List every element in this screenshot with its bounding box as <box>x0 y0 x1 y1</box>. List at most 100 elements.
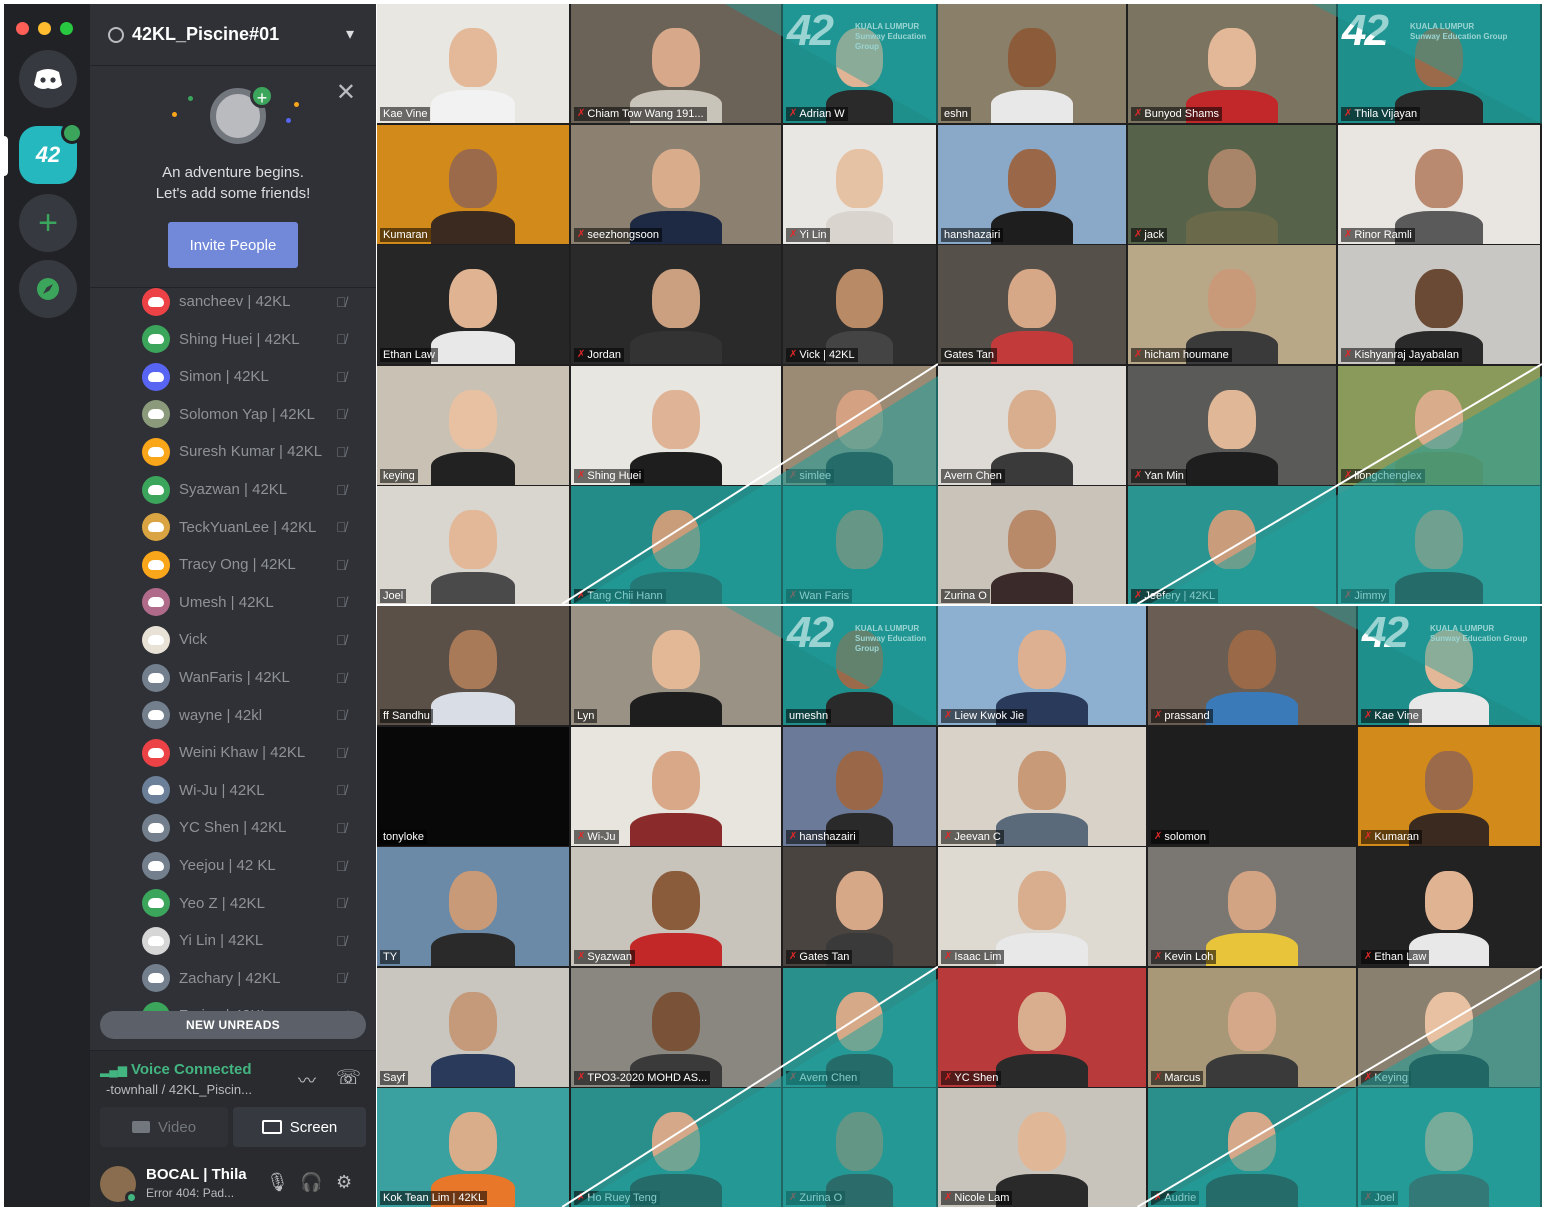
voice-member-item[interactable]: Yi Lin | 42KL 🎙̸ <box>90 922 376 959</box>
video-tile[interactable]: ✗ Bunyod Shams <box>1128 4 1336 123</box>
server-header[interactable]: 42KL_Piscine#01 ▾ <box>90 4 376 66</box>
video-tile[interactable]: ✗ hanshazairi <box>783 727 936 846</box>
gear-icon[interactable]: ⚙ <box>336 1172 352 1193</box>
video-tile[interactable]: ✗ Ethan Law <box>1358 847 1540 966</box>
add-server-button[interactable]: + <box>19 194 77 252</box>
video-tile[interactable]: 42 KUALA LUMPUR Sunway Education Group ✗ Thi… <box>1338 4 1540 123</box>
video-tile[interactable]: ✗ jack <box>1128 125 1336 244</box>
voice-member-item[interactable]: WanFaris | 42KL 🎙̸ <box>90 659 376 696</box>
voice-member-item[interactable]: Umesh | 42KL 🎙̸ <box>90 584 376 621</box>
video-tile[interactable]: eshn <box>938 4 1126 123</box>
video-tile[interactable]: Avern Chen <box>938 366 1126 485</box>
close-window-button[interactable] <box>16 22 29 35</box>
video-tile[interactable]: keying <box>377 366 569 485</box>
video-tile[interactable]: hanshazairi <box>938 125 1126 244</box>
video-button[interactable]: Video <box>100 1107 228 1147</box>
video-tile[interactable]: ✗ TPO3-2020 MOHD AS... <box>571 968 781 1087</box>
video-tile[interactable]: ✗ liongchenglex <box>1338 366 1540 485</box>
video-tile[interactable]: ✗ simlee <box>783 366 936 485</box>
video-tile[interactable]: ✗ Shing Huei <box>571 366 781 485</box>
voice-member-item[interactable]: Syazwan | 42KL 🎙̸ <box>90 471 376 508</box>
voice-member-item[interactable]: Wi-Ju | 42KL 🎙̸ <box>90 772 376 809</box>
voice-member-item[interactable]: Simon | 42KL 🎙̸ <box>90 358 376 395</box>
voice-member-item[interactable]: Yeejou | 42 KL 🎙̸ <box>90 847 376 884</box>
screen-share-button[interactable]: Screen <box>233 1107 366 1147</box>
video-tile[interactable]: ✗ solomon <box>1148 727 1356 846</box>
voice-member-item[interactable]: YC Shen | 42KL 🎙̸ <box>90 809 376 846</box>
video-tile[interactable]: ✗ Tang Chii Hann <box>571 486 781 604</box>
voice-member-item[interactable]: Suresh Kumar | 42KL 🎙̸ <box>90 433 376 470</box>
explore-servers-button[interactable] <box>19 260 77 318</box>
video-tile[interactable]: ✗ Audrie <box>1148 1088 1356 1207</box>
video-tile[interactable]: ✗ Yi Lin <box>783 125 936 244</box>
video-tile[interactable]: ✗ Kishyanraj Jayabalan <box>1338 245 1540 364</box>
noise-suppression-icon[interactable]: 〰 <box>298 1067 316 1093</box>
maximize-window-button[interactable] <box>60 22 73 35</box>
voice-member-item[interactable]: Solomon Yap | 42KL 🎙̸ <box>90 396 376 433</box>
video-tile[interactable]: ✗ Jimmy <box>1338 486 1540 604</box>
video-tile[interactable]: ✗ Avern Chen <box>783 968 936 1087</box>
video-tile[interactable]: ✗ Zurina O <box>783 1088 936 1207</box>
voice-channel-name[interactable]: -townhall / 42KL_Piscin... <box>106 1082 252 1097</box>
voice-member-item[interactable]: Vick 🎙̸ <box>90 621 376 658</box>
video-tile[interactable]: ✗ Kumaran <box>1358 727 1540 846</box>
voice-member-item[interactable]: Yeo Z | 42KL 🎙̸ <box>90 885 376 922</box>
voice-member-item[interactable]: Tracy Ong | 42KL 🎙̸ <box>90 546 376 583</box>
video-tile[interactable]: ✗ prassand <box>1148 606 1356 725</box>
video-tile[interactable]: ✗ seezhongsoon <box>571 125 781 244</box>
disconnect-call-icon[interactable]: ☏ <box>336 1065 361 1090</box>
avatar[interactable] <box>100 1166 138 1204</box>
video-tile[interactable]: ✗ Chiam Tow Wang 191... <box>571 4 781 123</box>
video-tile[interactable]: 42 KUALA LUMPUR Sunway Education Group ✗ Adr… <box>783 4 936 123</box>
video-tile[interactable]: Lyn <box>571 606 781 725</box>
video-tile[interactable]: Ethan Law <box>377 245 569 364</box>
minimize-window-button[interactable] <box>38 22 51 35</box>
video-tile[interactable]: Kok Tean Lim | 42KL <box>377 1088 569 1207</box>
voice-member-item[interactable]: wayne | 42kl 🎙̸ <box>90 697 376 734</box>
video-tile[interactable]: Kae Vine <box>377 4 569 123</box>
voice-member-item[interactable]: Weini Khaw | 42KL 🎙̸ <box>90 734 376 771</box>
invite-people-button[interactable]: Invite People <box>168 222 298 268</box>
video-tile[interactable]: ff Sandhu <box>377 606 569 725</box>
server-42kl-button[interactable]: 42 <box>19 122 83 184</box>
video-tile[interactable]: ✗ Jordan <box>571 245 781 364</box>
video-tile[interactable]: Zurina O <box>938 486 1126 604</box>
video-tile[interactable]: ✗ YC Shen <box>938 968 1146 1087</box>
video-tile[interactable]: ✗ Jeefery | 42KL <box>1128 486 1336 604</box>
video-tile[interactable]: ✗ Keying <box>1358 968 1540 1087</box>
video-tile[interactable]: TY <box>377 847 569 966</box>
voice-member-item[interactable]: Shing Huei | 42KL 🎙̸ <box>90 321 376 358</box>
voice-member-item[interactable]: sancheev | 42KL 🎙̸ <box>90 288 376 320</box>
voice-member-item[interactable]: Zachary | 42KL 🎙̸ <box>90 960 376 997</box>
headphones-icon[interactable]: 🎧 <box>300 1172 322 1193</box>
video-tile[interactable]: ✗ Ho Ruey Teng <box>571 1088 781 1207</box>
discord-home-button[interactable] <box>19 50 77 108</box>
video-tile[interactable]: ✗ Nicole Lam <box>938 1088 1146 1207</box>
voice-status[interactable]: ▂▄▆ Voice Connected <box>100 1061 252 1078</box>
video-tile[interactable]: Joel <box>377 486 569 604</box>
mute-mic-icon[interactable]: 🎙 <box>266 1172 289 1193</box>
voice-member-item[interactable]: TeckYuanLee | 42KL 🎙̸ <box>90 509 376 546</box>
video-tile[interactable]: ✗ Liew Kwok Jie <box>938 606 1146 725</box>
close-icon[interactable]: ✕ <box>336 78 356 107</box>
video-tile[interactable]: Gates Tan <box>938 245 1126 364</box>
video-tile[interactable]: ✗ Jeevan C <box>938 727 1146 846</box>
video-tile[interactable]: ✗ Rinor Ramli <box>1338 125 1540 244</box>
video-tile[interactable]: ✗ Joel <box>1358 1088 1540 1207</box>
video-tile[interactable]: ✗ Gates Tan <box>783 847 936 966</box>
video-tile[interactable]: ✗ Isaac Lim <box>938 847 1146 966</box>
video-tile[interactable]: ✗ Syazwan <box>571 847 781 966</box>
video-tile[interactable]: ✗ hicham houmane <box>1128 245 1336 364</box>
video-tile[interactable]: ✗ Kevin Loh <box>1148 847 1356 966</box>
new-unreads-banner[interactable]: NEW UNREADS <box>100 1011 366 1039</box>
video-tile[interactable]: ✗ Yan Min <box>1128 366 1336 485</box>
video-tile[interactable]: tonyloke <box>377 727 569 846</box>
video-tile[interactable]: Kumaran <box>377 125 569 244</box>
video-tile[interactable]: ✗ Marcus <box>1148 968 1356 1087</box>
video-tile[interactable]: ✗ Vick | 42KL <box>783 245 936 364</box>
video-tile[interactable]: 42 KUALA LUMPUR Sunway Education Group umes… <box>783 606 936 725</box>
video-tile[interactable]: 42 KUALA LUMPUR Sunway Education Group ✗ Kae… <box>1358 606 1540 725</box>
video-tile[interactable]: Sayf <box>377 968 569 1087</box>
video-tile[interactable]: ✗ Wan Faris <box>783 486 936 604</box>
video-tile[interactable]: ✗ Wi-Ju <box>571 727 781 846</box>
